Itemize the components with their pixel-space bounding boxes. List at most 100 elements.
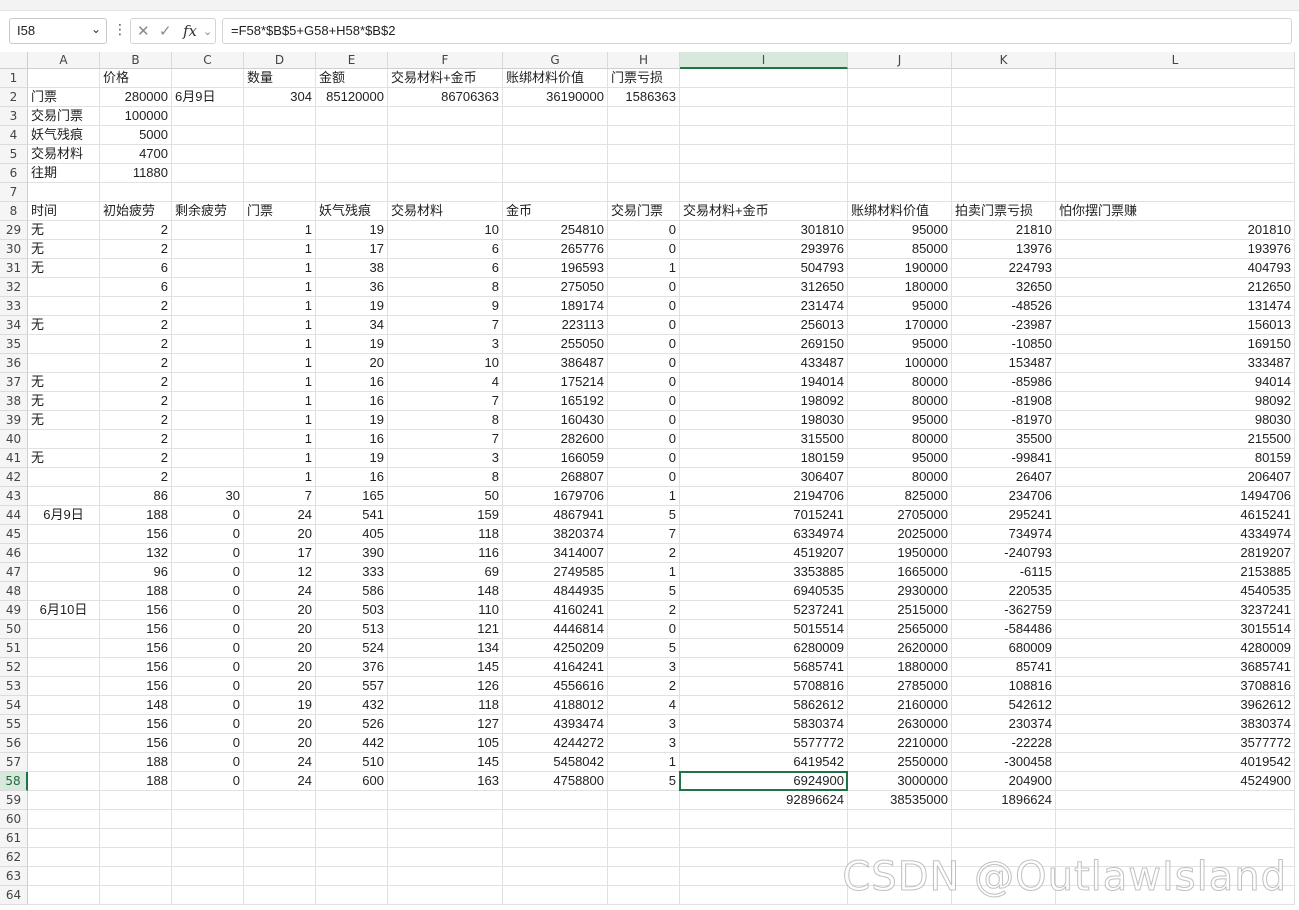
cell-a33[interactable] [28,297,100,316]
cell-a42[interactable] [28,468,100,487]
cell-j39[interactable]: 95000 [848,411,952,430]
cell-i55[interactable]: 5830374 [680,715,848,734]
cell-f2[interactable]: 86706363 [388,88,503,107]
cell-k35[interactable]: -10850 [952,335,1056,354]
cell-i51[interactable]: 6280009 [680,639,848,658]
cell-c44[interactable]: 0 [172,506,244,525]
cell-a34[interactable]: 无 [28,316,100,335]
row-header-31[interactable]: 31 [0,259,28,278]
cell-i4[interactable] [680,126,848,145]
cell-b56[interactable]: 156 [100,734,172,753]
cell-k50[interactable]: -584486 [952,620,1056,639]
cell-i33[interactable]: 231474 [680,297,848,316]
row-header-55[interactable]: 55 [0,715,28,734]
cell-l41[interactable]: 80159 [1056,449,1295,468]
cell-j35[interactable]: 95000 [848,335,952,354]
cell-l38[interactable]: 98092 [1056,392,1295,411]
cell-e56[interactable]: 442 [316,734,388,753]
cell-i41[interactable]: 180159 [680,449,848,468]
cell-l36[interactable]: 333487 [1056,354,1295,373]
cell-j29[interactable]: 95000 [848,221,952,240]
cell-l6[interactable] [1056,164,1295,183]
cell-c33[interactable] [172,297,244,316]
cell-j41[interactable]: 95000 [848,449,952,468]
row-header-45[interactable]: 45 [0,525,28,544]
cell-d5[interactable] [244,145,316,164]
cell-b1[interactable]: 价格 [100,69,172,88]
cell-j40[interactable]: 80000 [848,430,952,449]
cell-i42[interactable]: 306407 [680,468,848,487]
cell-b32[interactable]: 6 [100,278,172,297]
cell-a30[interactable]: 无 [28,240,100,259]
row-header-4[interactable]: 4 [0,126,28,145]
cell-d48[interactable]: 24 [244,582,316,601]
cell-i29[interactable]: 301810 [680,221,848,240]
cell-k40[interactable]: 35500 [952,430,1056,449]
cell-g30[interactable]: 265776 [503,240,608,259]
cell-h29[interactable]: 0 [608,221,680,240]
cell-g45[interactable]: 3820374 [503,525,608,544]
cell-l30[interactable]: 193976 [1056,240,1295,259]
cell-f36[interactable]: 10 [388,354,503,373]
cell-c60[interactable] [172,810,244,829]
cell-f64[interactable] [388,886,503,905]
cell-i53[interactable]: 5708816 [680,677,848,696]
cell-i2[interactable] [680,88,848,107]
cell-h44[interactable]: 5 [608,506,680,525]
row-header-40[interactable]: 40 [0,430,28,449]
cell-e42[interactable]: 16 [316,468,388,487]
cell-f62[interactable] [388,848,503,867]
cell-h34[interactable]: 0 [608,316,680,335]
cell-f7[interactable] [388,183,503,202]
cell-e31[interactable]: 38 [316,259,388,278]
cell-a40[interactable] [28,430,100,449]
cell-b5[interactable]: 4700 [100,145,172,164]
cell-h59[interactable] [608,791,680,810]
cell-e45[interactable]: 405 [316,525,388,544]
cell-d29[interactable]: 1 [244,221,316,240]
cell-b43[interactable]: 86 [100,487,172,506]
cell-l3[interactable] [1056,107,1295,126]
cell-i52[interactable]: 5685741 [680,658,848,677]
cell-f45[interactable]: 118 [388,525,503,544]
cell-e47[interactable]: 333 [316,563,388,582]
cell-b31[interactable]: 6 [100,259,172,278]
cell-b33[interactable]: 2 [100,297,172,316]
cell-e38[interactable]: 16 [316,392,388,411]
cell-j46[interactable]: 1950000 [848,544,952,563]
cell-k1[interactable] [952,69,1056,88]
cell-g34[interactable]: 223113 [503,316,608,335]
cell-i31[interactable]: 504793 [680,259,848,278]
cell-h49[interactable]: 2 [608,601,680,620]
cell-f60[interactable] [388,810,503,829]
cell-d6[interactable] [244,164,316,183]
cell-f29[interactable]: 10 [388,221,503,240]
cell-k6[interactable] [952,164,1056,183]
cell-a39[interactable]: 无 [28,411,100,430]
column-header-d[interactable]: D [244,52,316,69]
cell-c56[interactable]: 0 [172,734,244,753]
cell-c52[interactable]: 0 [172,658,244,677]
cell-k4[interactable] [952,126,1056,145]
cell-a45[interactable] [28,525,100,544]
cell-d50[interactable]: 20 [244,620,316,639]
cell-c48[interactable]: 0 [172,582,244,601]
cell-i60[interactable] [680,810,848,829]
cell-g29[interactable]: 254810 [503,221,608,240]
cell-g55[interactable]: 4393474 [503,715,608,734]
cell-l39[interactable]: 98030 [1056,411,1295,430]
cell-c1[interactable] [172,69,244,88]
row-header-58[interactable]: 58 [0,772,28,791]
cell-a35[interactable] [28,335,100,354]
cell-l46[interactable]: 2819207 [1056,544,1295,563]
cell-k30[interactable]: 13976 [952,240,1056,259]
cell-d4[interactable] [244,126,316,145]
cell-b49[interactable]: 156 [100,601,172,620]
cell-g57[interactable]: 5458042 [503,753,608,772]
cell-j34[interactable]: 170000 [848,316,952,335]
cell-e32[interactable]: 36 [316,278,388,297]
row-header-37[interactable]: 37 [0,373,28,392]
cell-c38[interactable] [172,392,244,411]
cell-f1[interactable]: 交易材料+金币 [388,69,503,88]
cell-h57[interactable]: 1 [608,753,680,772]
